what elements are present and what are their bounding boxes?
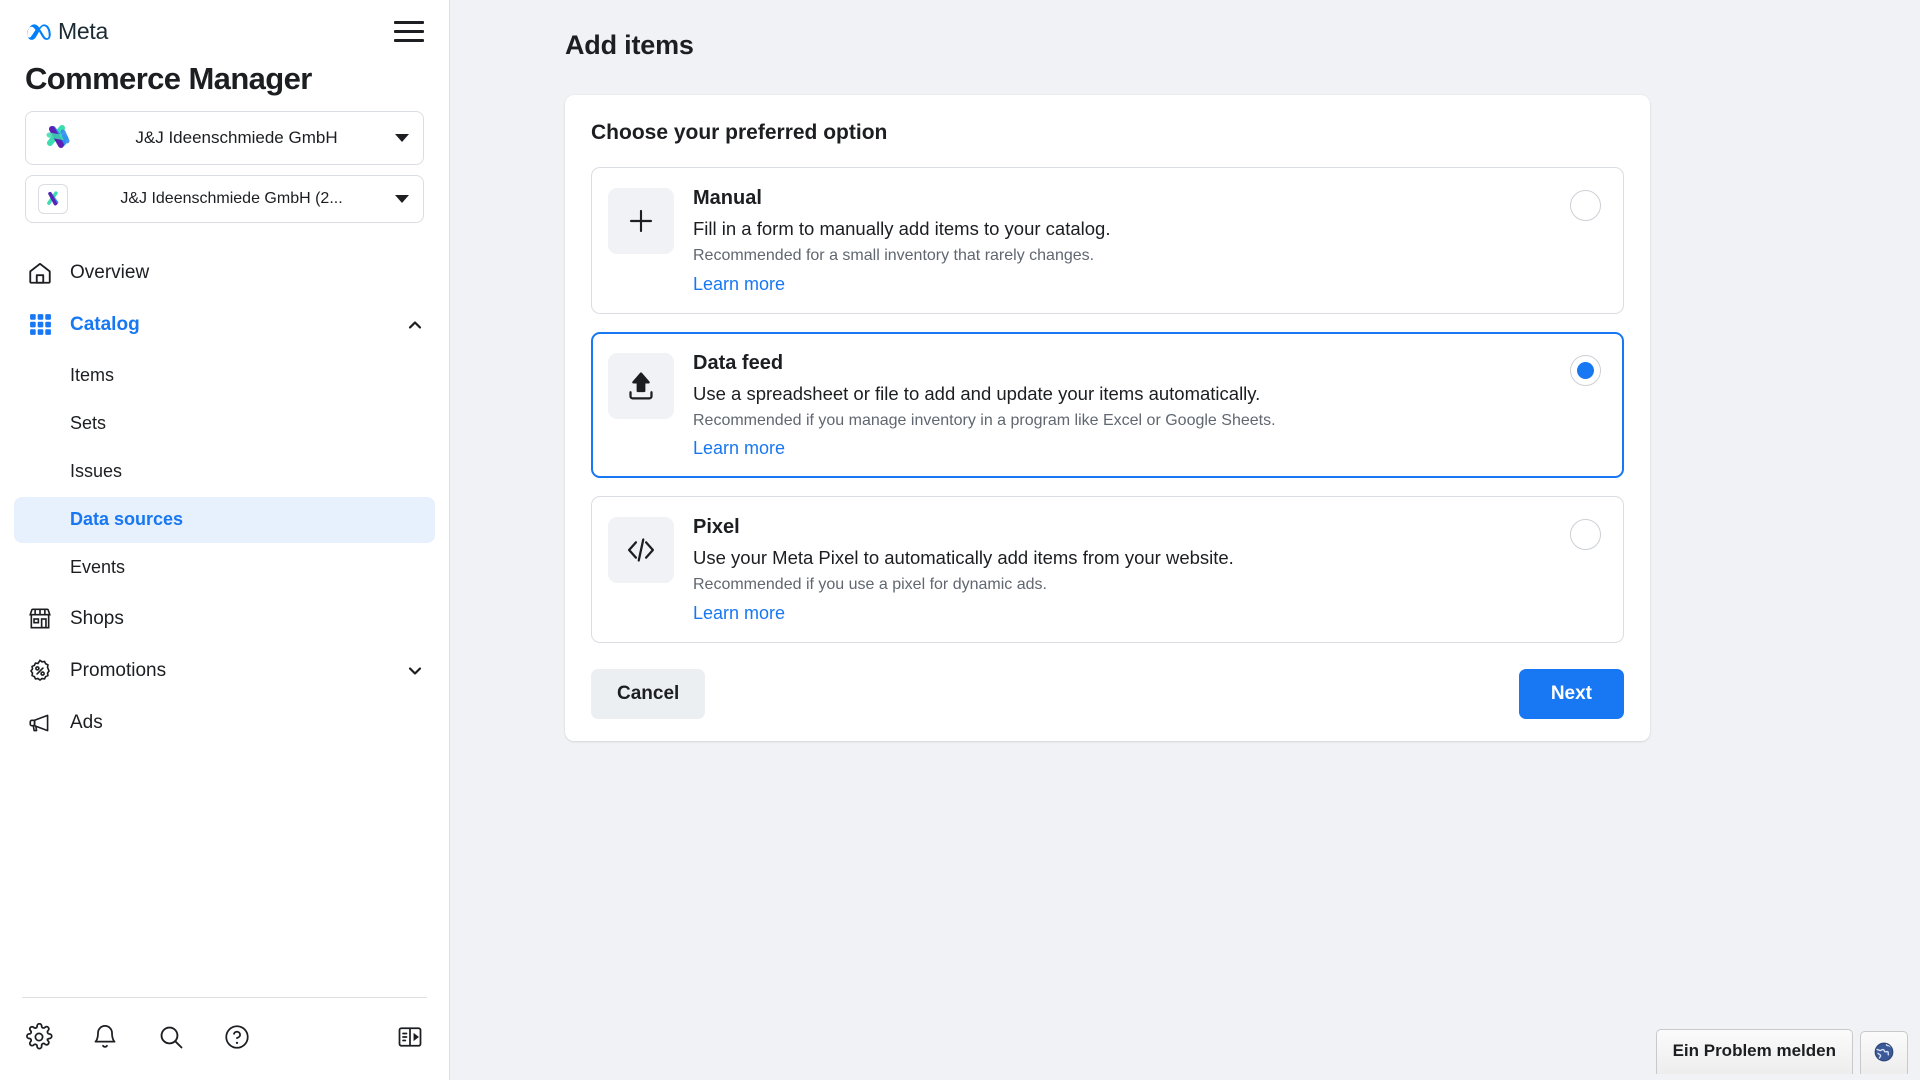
asset-selector-label: J&J Ideenschmiede GmbH (2...: [120, 189, 343, 207]
sidebar-item-label: Ads: [70, 711, 103, 733]
chevron-up-icon[interactable]: [407, 317, 423, 333]
sidebar-subitem-label: Data sources: [70, 509, 184, 530]
catalog-avatar-icon: [38, 183, 68, 214]
business-selector[interactable]: J&J Ideenschmiede GmbH: [25, 110, 424, 165]
learn-more-link[interactable]: Learn more: [693, 603, 785, 624]
main-content: Add items Choose your preferred option M…: [450, 0, 1920, 1080]
sidebar-subitem-label: Items: [70, 365, 115, 386]
radio-manual[interactable]: [1570, 190, 1601, 221]
meta-infinity-icon: [27, 24, 51, 40]
page-title: Add items: [565, 30, 694, 60]
option-title: Data feed: [693, 351, 784, 374]
hamburger-menu-icon[interactable]: [394, 18, 424, 42]
code-brackets-icon: [608, 517, 674, 584]
sidebar-item-promotions[interactable]: Promotions: [14, 645, 435, 697]
sidebar-header: Meta Commerce Manager J&J Ideenschmiede …: [0, 0, 449, 233]
sidebar-item-items[interactable]: Items: [14, 353, 435, 399]
card-heading: Choose your preferred option: [591, 121, 888, 144]
option-data-feed[interactable]: Data feed Use a spreadsheet or file to a…: [591, 331, 1624, 479]
option-recommendation: Recommended for a small inventory that r…: [693, 246, 1095, 264]
sidebar-item-catalog[interactable]: Catalog: [14, 299, 435, 351]
upload-icon: [608, 352, 674, 419]
option-description: Use a spreadsheet or file to add and upd…: [693, 382, 1261, 404]
sidebar-footer: [22, 997, 427, 1080]
option-body: Manual Fill in a form to manually add it…: [693, 186, 1560, 295]
option-title: Pixel: [693, 516, 740, 539]
report-problem-button[interactable]: Ein Problem melden: [1655, 1029, 1853, 1074]
globe-icon[interactable]: [1860, 1031, 1908, 1074]
sidebar: Meta Commerce Manager J&J Ideenschmiede …: [0, 0, 450, 1080]
storefront-icon: [26, 605, 54, 633]
home-icon: [26, 259, 54, 287]
sidebar-item-data-sources[interactable]: Data sources: [14, 496, 435, 543]
meta-logo[interactable]: Meta: [25, 18, 108, 45]
brand-row: Meta: [25, 18, 424, 45]
business-selector-label: J&J Ideenschmiede GmbH: [135, 127, 338, 147]
option-title: Manual: [693, 187, 762, 209]
card-footer: Cancel Next: [591, 668, 1624, 719]
search-icon[interactable]: [154, 1020, 188, 1054]
learn-more-link[interactable]: Learn more: [693, 438, 785, 459]
caret-down-icon: [395, 133, 409, 142]
option-body: Pixel Use your Meta Pixel to automatical…: [693, 515, 1560, 624]
option-description: Fill in a form to manually add items to …: [693, 218, 1111, 239]
meta-wordmark: Meta: [58, 18, 108, 44]
sidebar-item-label: Shops: [70, 607, 124, 629]
option-pixel[interactable]: Pixel Use your Meta Pixel to automatical…: [591, 496, 1624, 643]
radio-data-feed[interactable]: [1570, 354, 1601, 386]
sidebar-item-label: Promotions: [70, 659, 167, 681]
sidebar-subitem-label: Events: [70, 557, 126, 578]
option-description: Use your Meta Pixel to automatically add…: [693, 547, 1234, 569]
add-items-card: Choose your preferred option Manual Fill…: [565, 95, 1650, 741]
app-title: Commerce Manager: [25, 61, 312, 96]
next-button[interactable]: Next: [1518, 668, 1624, 719]
sidebar-item-label: Overview: [70, 261, 150, 283]
radio-pixel[interactable]: [1570, 519, 1601, 551]
report-problem-bar: Ein Problem melden: [1655, 1029, 1908, 1074]
percent-badge-icon: [26, 657, 54, 685]
caret-down-icon: [395, 194, 409, 203]
panel-toggle-icon[interactable]: [393, 1020, 427, 1054]
sidebar-item-events[interactable]: Events: [14, 545, 435, 591]
plus-icon: [608, 188, 674, 254]
sidebar-subitem-label: Issues: [70, 461, 123, 482]
asset-selector[interactable]: J&J Ideenschmiede GmbH (2...: [25, 174, 424, 223]
sidebar-item-ads[interactable]: Ads: [14, 697, 435, 749]
sidebar-subitem-label: Sets: [70, 413, 107, 434]
megaphone-icon: [26, 709, 54, 737]
option-manual[interactable]: Manual Fill in a form to manually add it…: [591, 167, 1624, 314]
sidebar-nav: Overview Catalog Items Sets Issues Data …: [0, 233, 449, 997]
gear-icon[interactable]: [22, 1020, 56, 1054]
bell-icon[interactable]: [88, 1020, 122, 1054]
chevron-down-icon[interactable]: [407, 663, 423, 679]
sidebar-item-issues[interactable]: Issues: [14, 449, 435, 495]
option-recommendation: Recommended if you use a pixel for dynam…: [693, 576, 1047, 594]
sidebar-item-shops[interactable]: Shops: [14, 593, 435, 645]
option-recommendation: Recommended if you manage inventory in a…: [693, 411, 1276, 429]
sidebar-item-overview[interactable]: Overview: [14, 247, 435, 299]
app-root: Meta Commerce Manager J&J Ideenschmiede …: [0, 0, 1920, 1080]
sidebar-item-sets[interactable]: Sets: [14, 401, 435, 447]
sidebar-item-label: Catalog: [70, 313, 140, 335]
help-circle-icon[interactable]: [220, 1020, 254, 1054]
cancel-button[interactable]: Cancel: [591, 668, 706, 719]
grid-icon: [26, 311, 54, 339]
option-body: Data feed Use a spreadsheet or file to a…: [693, 351, 1560, 460]
learn-more-link[interactable]: Learn more: [693, 274, 785, 295]
business-avatar-icon: [38, 118, 78, 158]
